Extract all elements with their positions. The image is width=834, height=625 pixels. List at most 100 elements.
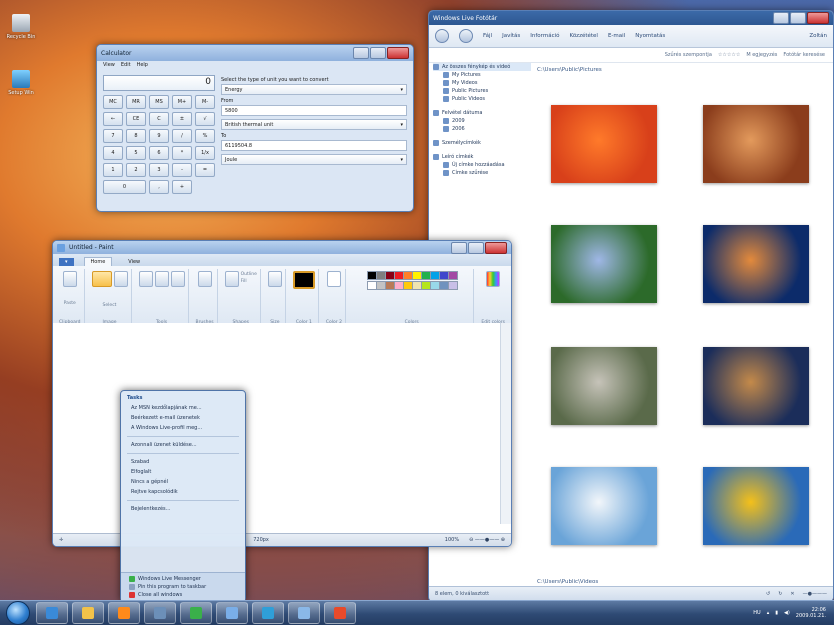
sidebar-item-tags[interactable]: Leíró címkék	[433, 153, 531, 161]
calculator-key[interactable]: M-	[195, 95, 215, 109]
photo-thumbnail-jellyfish[interactable]	[703, 225, 809, 303]
menu-email[interactable]: E-mail	[608, 33, 625, 39]
color2-swatch[interactable]	[326, 271, 341, 287]
recycle-bin-icon[interactable]: Recycle Bin	[4, 14, 38, 40]
calculator-key[interactable]: 3	[149, 163, 169, 177]
start-button[interactable]	[6, 601, 30, 625]
filter-select[interactable]: M egjegyzés	[746, 52, 777, 58]
calculator-key[interactable]: 1/x	[195, 146, 215, 160]
task-profile[interactable]: A Windows Live-profil meg...	[121, 423, 245, 433]
taskbar-media-center-button[interactable]	[324, 602, 356, 624]
calculator-key[interactable]: CE	[126, 112, 146, 126]
close-button[interactable]	[485, 241, 507, 254]
menu-file[interactable]: Fájl	[483, 33, 492, 39]
calculator-key[interactable]: 5	[126, 146, 146, 160]
outline-dropdown[interactable]: Outline	[241, 271, 257, 278]
text-icon[interactable]	[170, 271, 185, 287]
photo-thumbnail-hydrangea[interactable]	[551, 225, 657, 303]
calculator-key[interactable]: *	[172, 146, 192, 160]
line-size-icon[interactable]	[267, 271, 282, 287]
back-arrow-icon[interactable]	[435, 29, 449, 43]
calculator-key[interactable]: +	[172, 180, 192, 194]
calculator-key[interactable]: -	[172, 163, 192, 177]
photo-thumbnail-koala[interactable]	[551, 347, 657, 425]
sidebar-item-filter-tag[interactable]: Címke szűrése	[433, 169, 531, 177]
photo-thumbnail-penguins[interactable]	[551, 467, 657, 545]
paint-menu-button[interactable]: ▾	[59, 258, 74, 266]
taskbar-photo-gallery-button[interactable]	[252, 602, 284, 624]
calculator-key[interactable]: MS	[149, 95, 169, 109]
pin-program-item[interactable]: Pin this program to taskbar	[121, 583, 245, 591]
task-sign-in[interactable]: Bejelentkezés...	[121, 504, 245, 514]
calculator-key[interactable]: M+	[172, 95, 192, 109]
close-all-windows-item[interactable]: Close all windows	[121, 591, 245, 599]
photo-thumbnail-desert[interactable]	[703, 105, 809, 183]
sidebar-item-my-pictures[interactable]: My Pictures	[433, 71, 531, 79]
from-unit-select[interactable]: British thermal unit ▾	[221, 119, 407, 130]
taskbar-messenger-button[interactable]	[180, 602, 212, 624]
color1-swatch[interactable]	[292, 271, 315, 289]
pencil-icon[interactable]	[138, 271, 153, 287]
gallery-search-input[interactable]: Fotótár keresése	[783, 52, 825, 58]
menu-view[interactable]: View	[103, 62, 115, 71]
brush-icon[interactable]	[197, 271, 212, 287]
menu-print[interactable]: Nyomtatás	[635, 33, 665, 39]
task-msn-homepage[interactable]: Az MSN kezdőlapjának me...	[121, 403, 245, 413]
sidebar-item-all[interactable]: Az összes fénykép és videó	[433, 63, 531, 71]
calculator-key[interactable]: 1	[103, 163, 123, 177]
photo-thumbnail-flower-red[interactable]	[551, 105, 657, 183]
taskbar-media-player-button[interactable]	[108, 602, 140, 624]
shapes-icon[interactable]	[224, 271, 239, 287]
photo-thumbnail-tulips[interactable]	[703, 467, 809, 545]
taskbar-paint-button[interactable]	[216, 602, 248, 624]
user-menu[interactable]: Zoltán	[809, 33, 827, 39]
maximize-button[interactable]	[468, 241, 484, 254]
sidebar-item-my-videos[interactable]: My Videos	[433, 79, 531, 87]
status-away[interactable]: Nincs a gépnél	[121, 477, 245, 487]
status-busy[interactable]: Elfoglalt	[121, 467, 245, 477]
minimize-button[interactable]	[451, 241, 467, 254]
taskbar-internet-explorer-button[interactable]	[36, 602, 68, 624]
calculator-key[interactable]: MC	[103, 95, 123, 109]
status-invisible[interactable]: Rejtve kapcsolódik	[121, 487, 245, 497]
close-button[interactable]	[807, 12, 829, 24]
status-available[interactable]: Szabad	[121, 457, 245, 467]
calculator-key[interactable]: MR	[126, 95, 146, 109]
calculator-key[interactable]: C	[149, 112, 169, 126]
paste-icon[interactable]	[62, 271, 77, 287]
setup-shortcut-icon[interactable]: Setup Win	[4, 70, 38, 96]
calculator-key[interactable]: ,	[149, 180, 169, 194]
sidebar-item-public-videos[interactable]: Public Videos	[433, 95, 531, 103]
minimize-button[interactable]	[773, 12, 789, 24]
calculator-key[interactable]: 2	[126, 163, 146, 177]
calculator-key[interactable]: /	[172, 129, 192, 143]
volume-icon[interactable]: ◀)	[784, 610, 790, 616]
zoom-slider[interactable]: ⊖ ——●—— ⊕	[469, 537, 505, 543]
tab-view[interactable]: View	[122, 258, 146, 266]
vertical-scrollbar[interactable]	[500, 323, 511, 524]
calculator-key[interactable]: 6	[149, 146, 169, 160]
calculator-key[interactable]: 8	[126, 129, 146, 143]
open-messenger-item[interactable]: Windows Live Messenger	[121, 575, 245, 583]
palette-swatch[interactable]	[448, 281, 459, 290]
taskbar-calculator-button[interactable]	[144, 602, 176, 624]
task-inbox[interactable]: Beérkezett e-mail üzenetek	[121, 413, 245, 423]
rotate-right-icon[interactable]: ↻	[778, 591, 782, 597]
sidebar-item-people[interactable]: Személycímkék	[433, 139, 531, 147]
sidebar-item-2006[interactable]: 2006	[433, 125, 531, 133]
calculator-key[interactable]: ←	[103, 112, 123, 126]
sidebar-item-public-pictures[interactable]: Public Pictures	[433, 87, 531, 95]
rotate-left-icon[interactable]: ↺	[766, 591, 770, 597]
menu-info[interactable]: Információ	[530, 33, 559, 39]
select-icon[interactable]	[91, 271, 112, 287]
taskbar-notepad-button[interactable]	[288, 602, 320, 624]
calculator-key[interactable]: ±	[172, 112, 192, 126]
maximize-button[interactable]	[790, 12, 806, 24]
network-icon[interactable]: ▮	[775, 610, 778, 616]
calculator-key[interactable]: 9	[149, 129, 169, 143]
minimize-button[interactable]	[353, 47, 369, 59]
calculator-key[interactable]: %	[195, 129, 215, 143]
sidebar-item-2009[interactable]: 2009	[433, 117, 531, 125]
menu-help[interactable]: Help	[137, 62, 148, 71]
menu-edit[interactable]: Edit	[121, 62, 131, 71]
